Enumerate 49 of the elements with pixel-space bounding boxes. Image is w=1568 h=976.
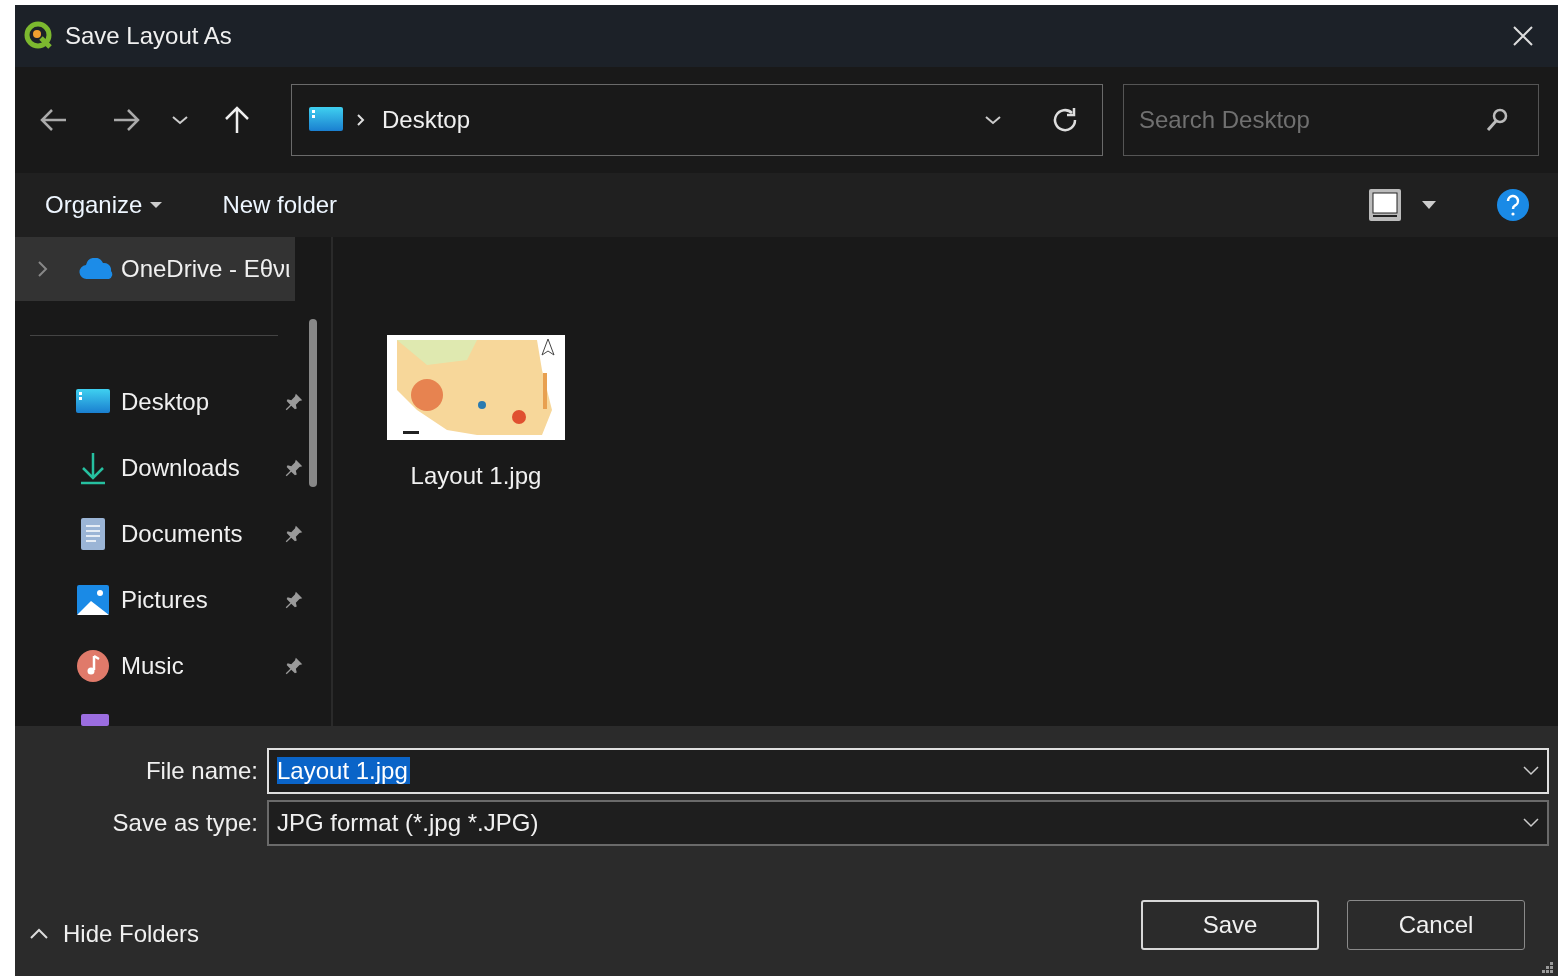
desktop-folder-icon bbox=[75, 388, 111, 416]
sidebar-item-label: Pictures bbox=[121, 585, 209, 615]
quick-access-item[interactable]: Music bbox=[15, 633, 305, 699]
quick-access-item[interactable]: Pictures bbox=[15, 567, 305, 633]
desktop-folder-icon bbox=[308, 106, 344, 134]
quick-access-item[interactable]: Desktop bbox=[15, 369, 305, 435]
up-arrow-icon[interactable] bbox=[223, 105, 251, 135]
field-label: Save as type: bbox=[111, 808, 258, 838]
field-label: File name: bbox=[144, 756, 258, 786]
sidebar-item-label: OneDrive - Εθνι bbox=[121, 254, 291, 284]
hide-folders-button[interactable]: Hide Folders bbox=[29, 916, 200, 952]
sidebar-item-label: Documents bbox=[121, 519, 244, 549]
help-icon[interactable] bbox=[1496, 188, 1530, 222]
picture-icon bbox=[75, 584, 111, 616]
save-button[interactable]: Save bbox=[1141, 900, 1319, 950]
file-name-field[interactable]: Layout 1.jpg bbox=[267, 748, 1549, 794]
view-options-caret-icon[interactable] bbox=[1422, 201, 1436, 209]
sidebar-item-label: Music bbox=[121, 651, 185, 681]
pin-icon[interactable] bbox=[283, 655, 305, 677]
new-folder-button[interactable]: New folder bbox=[222, 187, 338, 223]
quick-access-item[interactable]: Downloads bbox=[15, 435, 305, 501]
search-field[interactable]: Search Desktop bbox=[1123, 84, 1539, 156]
quick-access-item[interactable]: Documents bbox=[15, 501, 305, 567]
file-item[interactable]: Layout 1.jpg bbox=[381, 333, 571, 500]
music-note-icon bbox=[75, 649, 111, 683]
view-mode-icon[interactable] bbox=[1368, 188, 1402, 222]
address-bar[interactable]: Desktop bbox=[291, 84, 1103, 156]
pin-icon[interactable] bbox=[283, 457, 305, 479]
expand-chevron-icon bbox=[37, 260, 49, 278]
chevron-up-icon bbox=[29, 928, 49, 940]
scrollbar-thumb[interactable] bbox=[309, 319, 317, 487]
sidebar-item-label: Downloads bbox=[121, 453, 241, 483]
onedrive-tree-item[interactable]: OneDrive - Εθνι bbox=[15, 237, 295, 301]
file-name: Layout 1.jpg bbox=[410, 461, 542, 491]
video-folder-icon bbox=[81, 714, 109, 726]
pin-icon[interactable] bbox=[283, 391, 305, 413]
cloud-icon bbox=[79, 258, 113, 280]
pin-icon[interactable] bbox=[283, 589, 305, 611]
sidebar-item-label: Desktop bbox=[121, 387, 211, 417]
breadcrumb-chevron-icon bbox=[356, 113, 366, 127]
dropdown-caret-icon[interactable] bbox=[1523, 818, 1539, 828]
search-icon bbox=[1485, 107, 1509, 133]
pin-icon[interactable] bbox=[283, 523, 305, 545]
dropdown-caret-icon[interactable] bbox=[1523, 766, 1539, 776]
save-as-type-dropdown[interactable]: JPG format (*.jpg *.JPG) bbox=[267, 800, 1549, 846]
breadcrumb-location[interactable]: Desktop bbox=[382, 102, 471, 138]
organize-menu-button[interactable]: Organize bbox=[45, 187, 163, 223]
window-title: Save Layout As bbox=[65, 21, 232, 51]
cancel-button[interactable]: Cancel bbox=[1347, 900, 1525, 950]
